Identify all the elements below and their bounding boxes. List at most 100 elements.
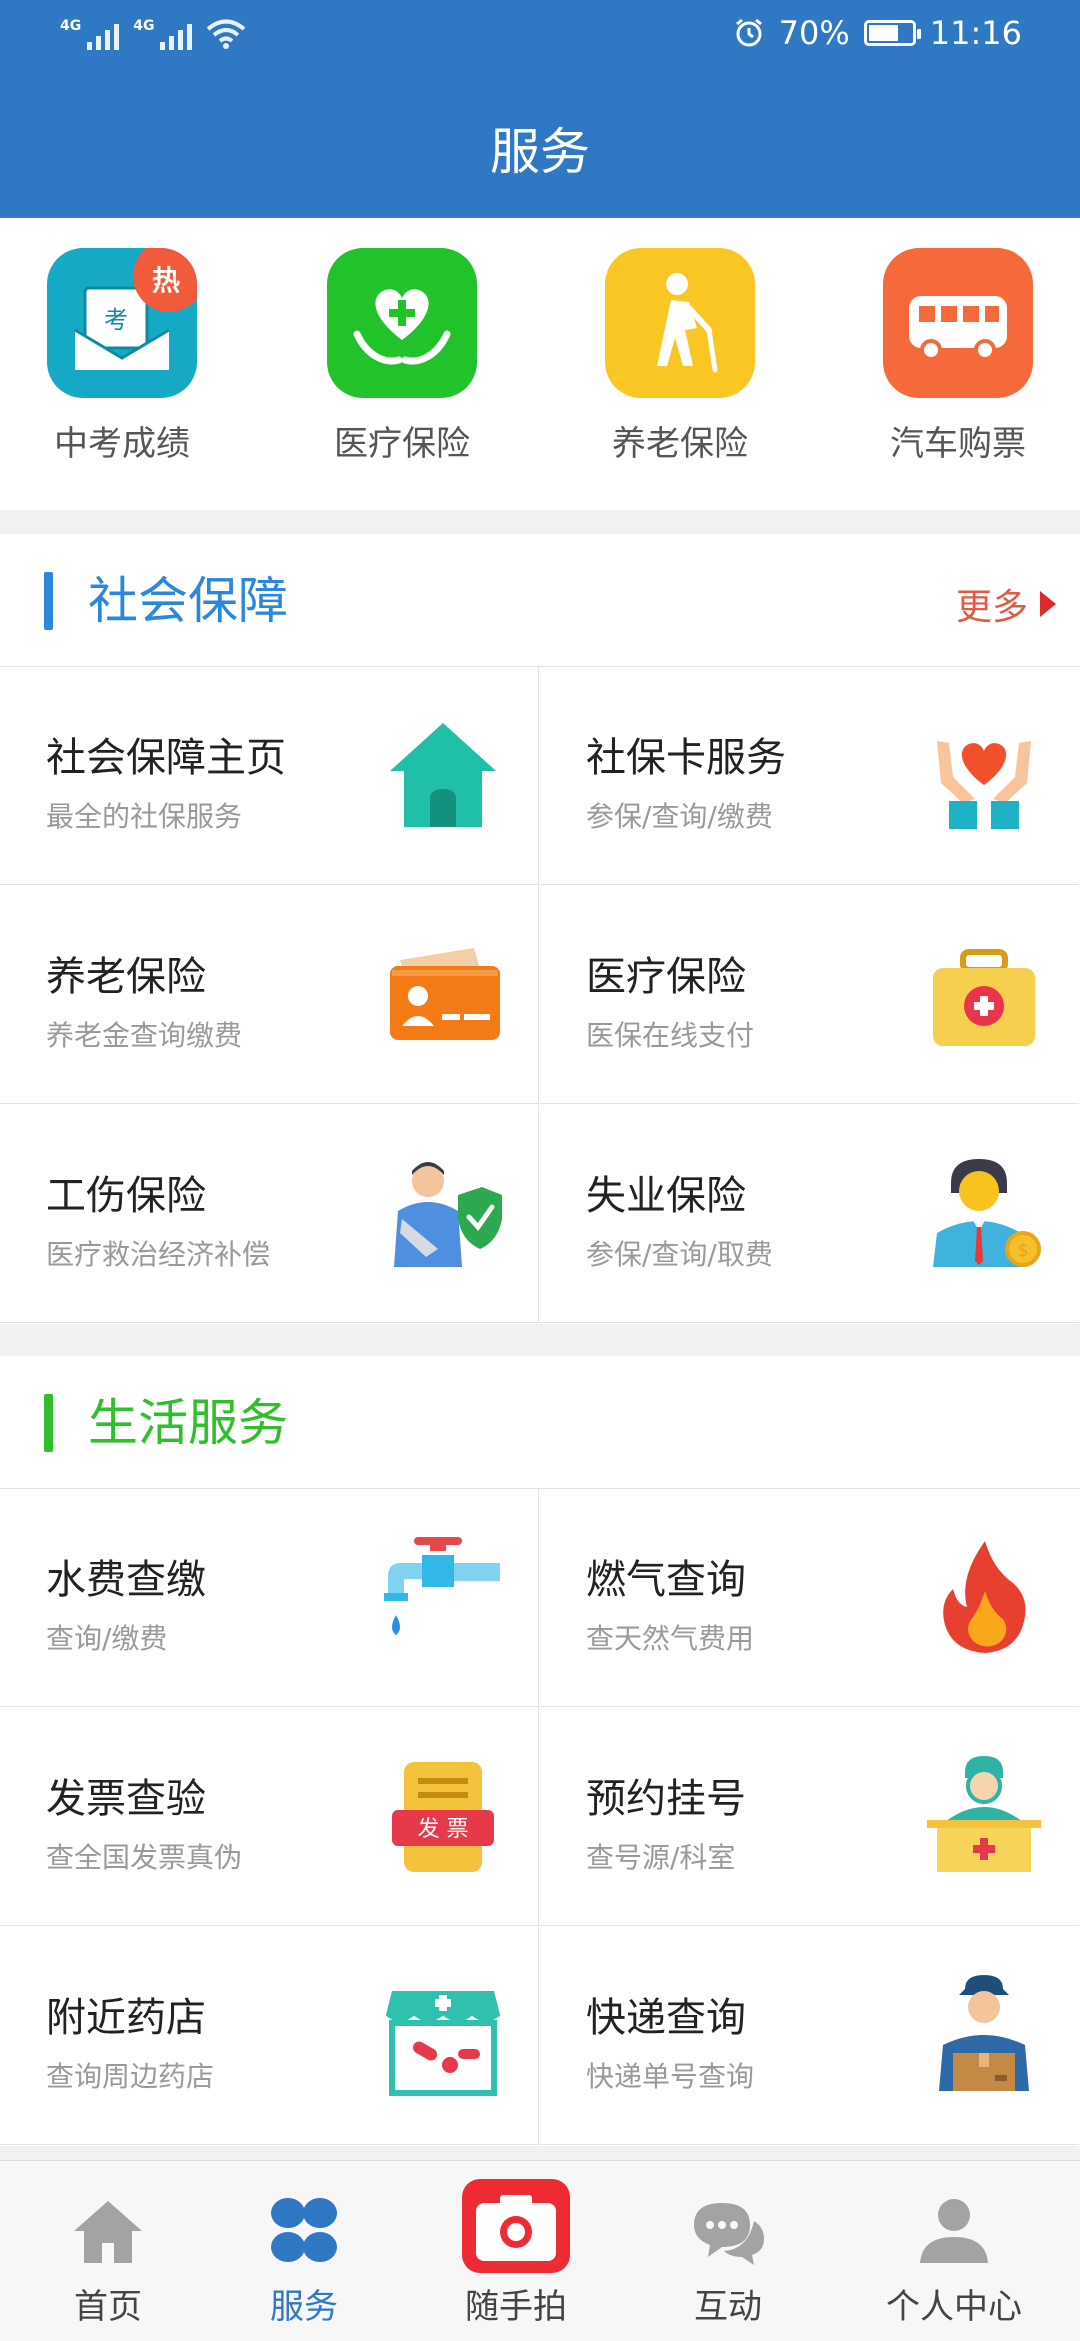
- service-water-bill[interactable]: 水费查缴 查询/缴费: [0, 1489, 539, 1707]
- service-express-tracking[interactable]: 快递查询 快递单号查询: [540, 1927, 1079, 2145]
- flame-icon: [943, 1541, 1026, 1653]
- battery-fill: [868, 25, 898, 41]
- elderly-icon: [605, 248, 755, 398]
- nav-label: 服务: [270, 2287, 338, 2327]
- quick-link-bus-tickets[interactable]: 汽车购票: [858, 248, 1058, 465]
- quick-link-medical-insurance[interactable]: 医疗保险: [302, 248, 502, 465]
- service-subtitle: 医疗救治经济补偿: [46, 1238, 271, 1271]
- nav-item-interaction[interactable]: 互动: [620, 2161, 836, 2341]
- doctor-icon: [927, 1756, 1041, 1872]
- quick-link-label: 养老保险: [612, 424, 748, 464]
- hands-heart-icon: [937, 741, 1031, 829]
- nav-label: 个人中心: [886, 2287, 1022, 2327]
- nav-label: 首页: [74, 2287, 142, 2327]
- service-grid: 社会保障主页 最全的社保服务 社保卡服务 参保/查询/缴费 养老保险 养老金查询…: [0, 667, 1080, 1323]
- section-header: 社会保障 更多: [0, 534, 1080, 667]
- service-subtitle: 医保在线支付: [586, 1019, 755, 1052]
- service-work-injury-insurance[interactable]: 工伤保险 医疗救治经济补偿: [0, 1105, 539, 1323]
- invoice-icon: 发 票: [392, 1762, 494, 1872]
- service-subtitle: 参保/查询/取费: [586, 1238, 773, 1271]
- network-type-label: 4G: [133, 18, 155, 34]
- arrow-right-icon: [1040, 591, 1056, 617]
- section-header: 生活服务: [0, 1356, 1080, 1489]
- service-social-security-home[interactable]: 社会保障主页 最全的社保服务: [0, 667, 539, 885]
- app-header: 4G 4G 70% 11:16 服务: [0, 0, 1080, 218]
- service-subtitle: 最全的社保服务: [46, 800, 243, 833]
- service-title: 失业保险: [586, 1173, 746, 1219]
- invoice-icon-text: 发 票: [418, 1817, 469, 1842]
- injured-shield-icon: [394, 1162, 502, 1267]
- exam-icon: 考 热: [47, 248, 197, 398]
- service-title: 燃气查询: [586, 1557, 746, 1603]
- faucet-icon: [384, 1537, 500, 1635]
- cellular-signal-icon: 4G: [133, 18, 193, 50]
- service-subtitle: 查询周边药店: [46, 2060, 215, 2093]
- service-subtitle: 查全国发票真伪: [46, 1841, 243, 1874]
- more-link[interactable]: 更多: [956, 578, 1056, 630]
- quick-link-exam-results[interactable]: 考 热 中考成绩: [22, 248, 222, 465]
- service-title: 社保卡服务: [586, 735, 786, 781]
- wifi-icon: [207, 19, 246, 49]
- services-grid-icon: [271, 2198, 337, 2262]
- service-title: 社会保障主页: [46, 735, 286, 781]
- nav-item-profile[interactable]: 个人中心: [846, 2161, 1062, 2341]
- service-medical-insurance[interactable]: 医疗保险 医保在线支付: [540, 886, 1079, 1104]
- nav-label: 随手拍: [465, 2287, 567, 2327]
- service-title: 预约挂号: [586, 1776, 746, 1822]
- nav-item-snapshot[interactable]: 随手拍: [408, 2161, 624, 2341]
- service-nearby-pharmacy[interactable]: 附近药店 查询周边药店: [0, 1927, 539, 2145]
- home-icon: [74, 2201, 142, 2263]
- medical-kit-icon: [933, 949, 1035, 1046]
- service-title: 水费查缴: [46, 1557, 206, 1603]
- quick-link-pension-insurance[interactable]: 养老保险: [580, 248, 780, 465]
- cellular-signal-icon: 4G: [60, 18, 120, 50]
- service-title: 附近药店: [46, 1995, 206, 2041]
- quick-link-label: 汽车购票: [890, 424, 1026, 464]
- service-social-security-card[interactable]: 社保卡服务 参保/查询/缴费: [540, 667, 1079, 885]
- quick-links-row: 考 热 中考成绩 医疗保险 养老保险 汽车购票: [0, 218, 1080, 510]
- section-accent-bar: [44, 1394, 53, 1452]
- person-icon: [920, 2199, 988, 2263]
- camera-icon: [462, 2179, 570, 2273]
- network-type-label: 4G: [60, 18, 82, 34]
- life-services-section: 生活服务 水费查缴 查询/缴费 燃气查询 查天然气费用 发票查验 查全国发票真伪…: [0, 1356, 1080, 2146]
- service-invoice-check[interactable]: 发票查验 查全国发票真伪 发 票: [0, 1708, 539, 1926]
- pharmacy-icon: [385, 1991, 501, 2096]
- service-subtitle: 养老金查询缴费: [46, 1019, 243, 1052]
- more-label: 更多: [955, 587, 1028, 628]
- page-title: 服务: [490, 123, 590, 181]
- bottom-nav: 首页 服务 随手拍 互动 个人中心: [0, 2160, 1080, 2341]
- svg-text:$: $: [1017, 1240, 1028, 1261]
- nav-label: 互动: [694, 2287, 762, 2327]
- service-title: 发票查验: [46, 1776, 206, 1822]
- service-gas-query[interactable]: 燃气查询 查天然气费用: [540, 1489, 1079, 1707]
- battery-icon: [863, 20, 921, 46]
- service-pension-insurance[interactable]: 养老保险 养老金查询缴费: [0, 886, 539, 1104]
- clock: 11:16: [929, 14, 1022, 52]
- medical-heart-icon: [327, 248, 477, 398]
- service-title: 养老保险: [46, 954, 206, 1000]
- service-subtitle: 快递单号查询: [586, 2060, 755, 2093]
- quick-link-label: 中考成绩: [54, 424, 190, 464]
- alarm-icon: [735, 18, 762, 47]
- id-card-icon: [390, 948, 500, 1040]
- exam-icon-text: 考: [104, 306, 128, 334]
- service-title: 医疗保险: [586, 954, 746, 1000]
- section-title: 社会保障: [88, 572, 288, 630]
- chat-icon: [694, 2203, 764, 2265]
- battery-percent: 70%: [778, 14, 850, 52]
- nav-item-services[interactable]: 服务: [196, 2161, 412, 2341]
- service-subtitle: 查询/缴费: [46, 1622, 168, 1655]
- service-title: 快递查询: [586, 1995, 746, 2041]
- social-security-section: 社会保障 更多 社会保障主页 最全的社保服务 社保卡服务 参保/查询/缴费 养老…: [0, 534, 1080, 1324]
- service-unemployment-insurance[interactable]: 失业保险 参保/查询/取费 $: [540, 1105, 1079, 1323]
- service-subtitle: 查天然气费用: [586, 1622, 755, 1655]
- nav-item-home[interactable]: 首页: [0, 2161, 216, 2341]
- service-appointment[interactable]: 预约挂号 查号源/科室: [540, 1708, 1079, 1926]
- service-title: 工伤保险: [46, 1173, 206, 1219]
- service-grid: 水费查缴 查询/缴费 燃气查询 查天然气费用 发票查验 查全国发票真伪 发 票 …: [0, 1489, 1080, 2145]
- section-accent-bar: [44, 572, 53, 630]
- bus-icon: [883, 248, 1033, 398]
- home-icon: [390, 723, 496, 827]
- courier-icon: [939, 1975, 1029, 2091]
